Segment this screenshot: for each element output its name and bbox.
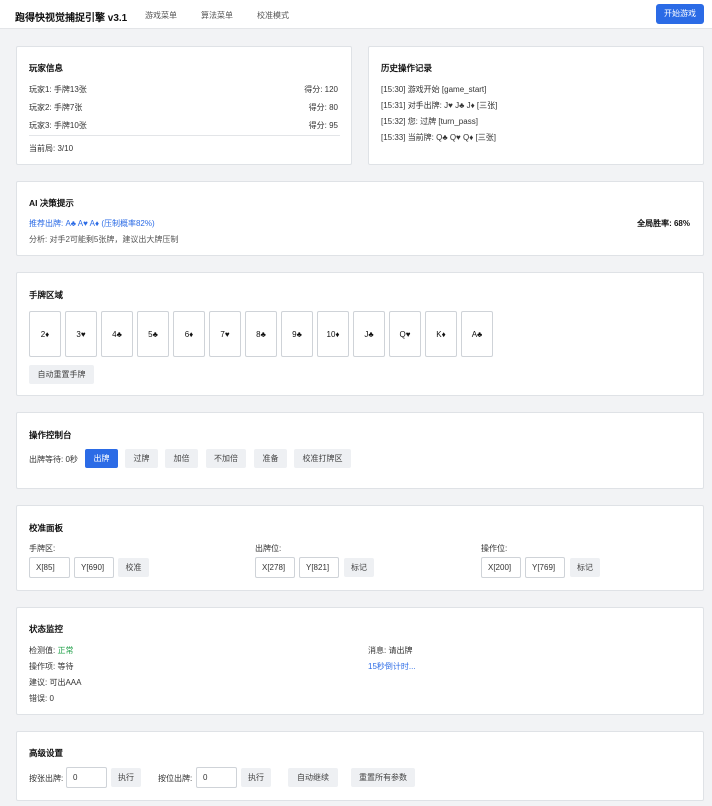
app-title: 跑得快视觉捕捉引擎 v3.1 — [15, 13, 128, 24]
player-3-label: 玩家3: 手牌10张 — [29, 121, 87, 130]
pass-button[interactable]: 过牌 — [125, 449, 158, 468]
suggestion-status: 建议: 可出AAA — [29, 678, 82, 687]
playing-card[interactable]: Q♥ — [389, 311, 421, 357]
nav-calibration-mode[interactable]: 校准模式 — [257, 10, 289, 21]
ai-recommendation: 推荐出牌: A♣ A♥ A♦ (压制概率82%) — [29, 219, 155, 228]
panel-title: 手牌区域 — [29, 290, 64, 300]
by-card-label: 按张出牌: — [29, 774, 64, 783]
execute-by-card-button[interactable]: 执行 — [111, 768, 141, 787]
panel-title: 高级设置 — [29, 748, 64, 758]
history-panel: 历史操作记录 [15:30] 游戏开始 [game_start] [15:31]… — [368, 46, 704, 165]
calibration-panel: 校准面板 手牌区: 校准 出牌位: 标记 操作位: 标记 — [16, 505, 704, 591]
by-card-input[interactable] — [66, 767, 107, 788]
ai-decision-panel: AI 决策提示 推荐出牌: A♣ A♥ A♦ (压制概率82%) 分析: 对手2… — [16, 181, 704, 256]
panel-title: 历史操作记录 — [381, 63, 433, 73]
mark-play-position-button[interactable]: 标记 — [344, 558, 374, 577]
top-bar: 跑得快视觉捕捉引擎 v3.1 游戏菜单 算法菜单 校准模式 开始游戏 — [0, 0, 712, 29]
panel-title: AI 决策提示 — [29, 198, 74, 208]
execute-by-position-button[interactable]: 执行 — [241, 768, 271, 787]
history-entry: [15:33] 当前牌: Q♣ Q♥ Q♦ [三张] — [381, 133, 496, 142]
advanced-panel: 高级设置 按张出牌: 执行 按位出牌: 执行 自动继续 重置所有参数 — [16, 731, 704, 801]
detect-status: 检测值: 正常 — [29, 645, 73, 656]
by-position-label: 按位出牌: — [158, 774, 193, 783]
playing-card[interactable]: 8♣ — [245, 311, 277, 357]
status-panel: 状态监控 检测值: 正常 操作项: 等待 建议: 可出AAA 错误: 0 消息:… — [16, 607, 704, 715]
panel-title: 状态监控 — [29, 624, 64, 634]
history-entry: [15:32] 您: 过牌 [turn_pass] — [381, 117, 478, 126]
double-button[interactable]: 加倍 — [165, 449, 198, 468]
by-position-input[interactable] — [196, 767, 237, 788]
playing-card[interactable]: 6♦ — [173, 311, 205, 357]
history-entry: [15:30] 游戏开始 [game_start] — [381, 85, 487, 94]
error-count: 错误: 0 — [29, 694, 54, 703]
playing-card[interactable]: 5♣ — [137, 311, 169, 357]
history-entry: [15:31] 对手出牌: J♥ J♣ J♦ [三张] — [381, 101, 498, 110]
no-double-button[interactable]: 不加倍 — [206, 449, 246, 468]
reset-hand-button[interactable]: 自动重置手牌 — [29, 365, 94, 384]
hand-area-y-input[interactable] — [74, 557, 114, 578]
hand-area-label: 手牌区: — [29, 544, 56, 553]
ai-analysis: 分析: 对手2可能剩5张牌，建议出大牌压制 — [29, 235, 179, 244]
playing-card[interactable]: K♦ — [425, 311, 457, 357]
calibrate-play-area-button[interactable]: 校准打牌区 — [294, 449, 351, 468]
player-info-panel: 玩家信息 玩家1: 手牌13张 得分: 120 玩家2: 手牌7张 得分: 80… — [16, 46, 352, 165]
playing-card[interactable]: 4♣ — [101, 311, 133, 357]
reset-all-params-button[interactable]: 重置所有参数 — [351, 768, 415, 787]
panel-title: 校准面板 — [29, 523, 64, 533]
panel-title: 玩家信息 — [29, 63, 64, 73]
countdown: 15秒倒计时... — [368, 662, 416, 671]
hand-panel: 手牌区域 2♦ 3♥ 4♣ 5♣ 6♦ 7♥ 8♣ 9♣ 10♦ J♣ Q♥ K… — [16, 272, 704, 396]
player-2-label: 玩家2: 手牌7张 — [29, 103, 83, 112]
detect-label: 检测值: — [29, 646, 58, 655]
player-1-score: 得分: 120 — [304, 85, 338, 94]
action-position-y-input[interactable] — [525, 557, 565, 578]
message-status: 消息: 请出牌 — [368, 646, 413, 655]
play-position-label: 出牌位: — [255, 544, 282, 553]
play-position-x-input[interactable] — [255, 557, 295, 578]
playing-card[interactable]: 3♥ — [65, 311, 97, 357]
start-game-button[interactable]: 开始游戏 — [656, 4, 704, 24]
panel-title: 操作控制台 — [29, 430, 72, 440]
play-position-y-input[interactable] — [299, 557, 339, 578]
calibrate-button[interactable]: 校准 — [118, 558, 149, 577]
detect-value: 正常 — [57, 646, 74, 655]
playing-card[interactable]: 2♦ — [29, 311, 61, 357]
win-rate: 全局胜率: 68% — [637, 219, 690, 228]
round-indicator: 当前局: 3/10 — [29, 144, 74, 153]
nav-game-menu[interactable]: 游戏菜单 — [145, 10, 177, 21]
playing-card[interactable]: J♣ — [353, 311, 385, 357]
action-position-x-input[interactable] — [481, 557, 521, 578]
action-position-label: 操作位: — [481, 544, 508, 553]
playing-card[interactable]: 9♣ — [281, 311, 313, 357]
hand-area-x-input[interactable] — [29, 557, 70, 578]
player-3-score: 得分: 95 — [308, 121, 338, 130]
auto-continue-button[interactable]: 自动继续 — [288, 768, 338, 787]
play-button[interactable]: 出牌 — [85, 449, 118, 468]
playing-card[interactable]: 10♦ — [317, 311, 349, 357]
nav-algorithm-menu[interactable]: 算法菜单 — [201, 10, 233, 21]
divider — [29, 135, 340, 136]
wait-timer: 出牌等待: 0秒 — [29, 455, 78, 464]
player-2-score: 得分: 80 — [308, 103, 338, 112]
player-1-label: 玩家1: 手牌13张 — [29, 85, 87, 94]
playing-card[interactable]: 7♥ — [209, 311, 241, 357]
playing-card[interactable]: A♣ — [461, 311, 493, 357]
operation-status: 操作项: 等待 — [29, 662, 74, 671]
control-panel: 操作控制台 出牌等待: 0秒 出牌 过牌 加倍 不加倍 准备 校准打牌区 — [16, 412, 704, 489]
mark-action-position-button[interactable]: 标记 — [570, 558, 600, 577]
ready-button[interactable]: 准备 — [254, 449, 287, 468]
